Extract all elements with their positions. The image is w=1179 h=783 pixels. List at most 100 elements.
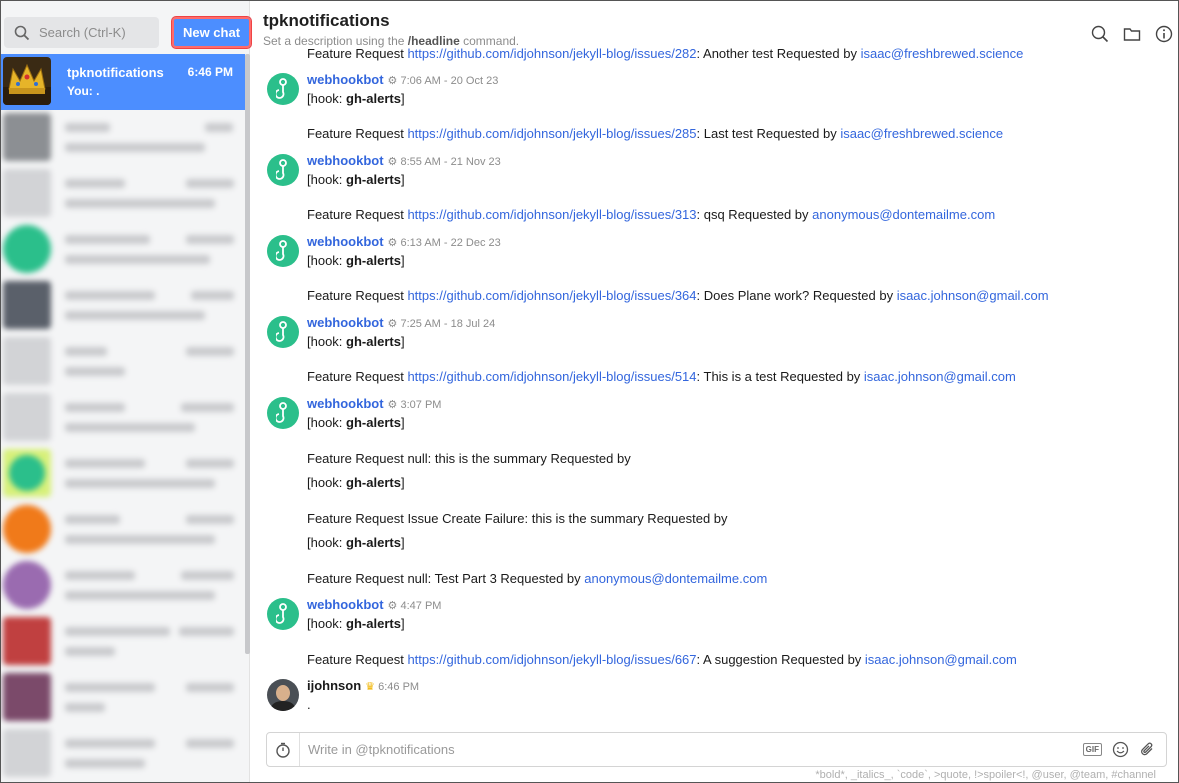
bot-avatar[interactable] — [267, 316, 299, 348]
timer-icon[interactable] — [267, 733, 300, 766]
emoji-icon[interactable] — [1112, 741, 1129, 758]
conversation-item[interactable] — [1, 726, 245, 782]
message-text: Feature Request https://github.com/idjoh… — [307, 369, 1016, 384]
bot-name[interactable]: webhookbot ⚙ 3:07 PM — [307, 396, 441, 411]
search-icon — [14, 25, 30, 40]
message-meta: ⚙ 7:06 AM - 20 Oct 23 — [387, 75, 499, 87]
bot-avatar[interactable] — [267, 154, 299, 186]
hook-line: [hook: gh-alerts] — [307, 253, 405, 268]
folder-icon[interactable] — [1123, 25, 1141, 43]
conversation-name: tpknotifications — [67, 65, 164, 80]
issue-link[interactable]: https://github.com/idjohnson/jekyll-blog… — [407, 47, 696, 61]
avatar — [3, 561, 51, 609]
bot-avatar[interactable] — [267, 598, 299, 630]
bot-name[interactable]: webhookbot ⚙ 6:13 AM - 22 Dec 23 — [307, 234, 501, 249]
avatar — [3, 505, 51, 553]
issue-link[interactable]: https://github.com/idjohnson/jekyll-blog… — [407, 207, 696, 222]
channel-header: tpknotifications Set a description using… — [263, 11, 1163, 48]
info-icon[interactable] — [1155, 25, 1173, 43]
email-link[interactable]: isaac.johnson@gmail.com — [865, 652, 1017, 667]
bot-name[interactable]: webhookbot ⚙ 7:06 AM - 20 Oct 23 — [307, 72, 498, 87]
description-command: /headline — [407, 34, 460, 48]
hook-icon — [276, 240, 287, 261]
user-name[interactable]: ijohnson ♛ 6:46 PM — [307, 678, 419, 693]
message-text: Feature Request https://github.com/idjoh… — [307, 207, 996, 222]
message-input[interactable] — [300, 734, 1083, 765]
email-link[interactable]: isaac@freshbrewed.science — [861, 47, 1024, 61]
email-link[interactable]: anonymous@dontemailme.com — [584, 571, 767, 586]
message-text: . — [307, 697, 311, 712]
message-text: Feature Request null: this is the summar… — [307, 451, 631, 466]
message-meta: ♛ 6:46 PM — [365, 681, 420, 693]
conversation-item[interactable] — [1, 222, 245, 278]
hook-icon — [276, 603, 287, 624]
crown-icon: ♛ — [365, 681, 376, 693]
issue-link[interactable]: https://github.com/idjohnson/jekyll-blog… — [407, 288, 696, 303]
conversation-item[interactable] — [1, 166, 245, 222]
avatar — [3, 393, 51, 441]
channel-description: Set a description using the /headline co… — [263, 34, 1163, 48]
hook-line: [hook: gh-alerts] — [307, 334, 405, 349]
conversation-item[interactable] — [1, 334, 245, 390]
avatar — [3, 449, 51, 497]
message-meta: ⚙ 3:07 PM — [387, 399, 442, 411]
avatar — [3, 113, 51, 161]
sidebar: Search (Ctrl-K) New chat tpknotification… — [1, 1, 251, 782]
robot-icon: ⚙ — [387, 600, 398, 612]
hook-icon — [276, 159, 287, 180]
avatar — [3, 617, 51, 665]
bot-name[interactable]: webhookbot ⚙ 7:25 AM - 18 Jul 24 — [307, 315, 495, 330]
issue-link[interactable]: https://github.com/idjohnson/jekyll-blog… — [407, 369, 696, 384]
formatting-hint: *bold*, _italics_, `code`, >quote, !>spo… — [815, 769, 1156, 781]
robot-icon: ⚙ — [387, 75, 398, 87]
conversation-item[interactable] — [1, 390, 245, 446]
bot-avatar[interactable] — [267, 397, 299, 429]
conversation-item[interactable] — [1, 110, 245, 166]
issue-link[interactable]: https://github.com/idjohnson/jekyll-blog… — [407, 126, 696, 141]
channel-title: tpknotifications — [263, 11, 390, 30]
conversation-item[interactable] — [1, 446, 245, 502]
issue-link[interactable]: https://github.com/idjohnson/jekyll-blog… — [407, 652, 696, 667]
conversation-item-active[interactable]: tpknotifications 6:46 PM You: . — [1, 54, 245, 110]
hook-line: [hook: gh-alerts] — [307, 415, 405, 430]
bot-avatar[interactable] — [267, 73, 299, 105]
hook-icon — [276, 402, 287, 423]
search-input[interactable]: Search (Ctrl-K) — [4, 17, 159, 48]
hook-line: [hook: gh-alerts] — [307, 535, 405, 550]
avatar — [3, 169, 51, 217]
new-chat-button[interactable]: New chat — [172, 17, 251, 48]
robot-icon: ⚙ — [387, 318, 398, 330]
sidebar-scrollbar[interactable] — [245, 54, 250, 654]
conversation-item[interactable] — [1, 558, 245, 614]
robot-icon: ⚙ — [387, 156, 398, 168]
email-link[interactable]: isaac.johnson@gmail.com — [864, 369, 1016, 384]
email-link[interactable]: anonymous@dontemailme.com — [812, 207, 995, 222]
conversation-item[interactable] — [1, 670, 245, 726]
message-text: Feature Request https://github.com/idjoh… — [307, 288, 1049, 303]
message-text: Feature Request https://github.com/idjoh… — [307, 47, 1024, 61]
gif-icon[interactable]: GIF — [1082, 743, 1102, 756]
message-text: Feature Request https://github.com/idjoh… — [307, 126, 1004, 141]
avatar — [3, 225, 51, 273]
avatar — [3, 337, 51, 385]
bot-avatar[interactable] — [267, 235, 299, 267]
message-text: Feature Request https://github.com/idjoh… — [307, 652, 1017, 667]
bot-name[interactable]: webhookbot ⚙ 4:47 PM — [307, 597, 441, 612]
user-avatar[interactable] — [267, 679, 299, 711]
attachment-icon[interactable] — [1139, 741, 1156, 758]
message-text: Feature Request Issue Create Failure: th… — [307, 511, 728, 526]
description-prefix: Set a description using the — [263, 34, 408, 48]
gif-label: GIF — [1082, 743, 1102, 756]
conversation-item[interactable] — [1, 278, 245, 334]
robot-icon: ⚙ — [387, 399, 398, 411]
search-icon[interactable] — [1091, 25, 1109, 43]
hook-icon — [276, 321, 287, 342]
hook-line: [hook: gh-alerts] — [307, 616, 405, 631]
conversation-time: 6:46 PM — [187, 65, 233, 79]
email-link[interactable]: isaac@freshbrewed.science — [840, 126, 1003, 141]
bot-name[interactable]: webhookbot ⚙ 8:55 AM - 21 Nov 23 — [307, 153, 501, 168]
message-text: Feature Request null: Test Part 3 Reques… — [307, 571, 768, 586]
conversation-item[interactable] — [1, 614, 245, 670]
conversation-item[interactable] — [1, 502, 245, 558]
email-link[interactable]: isaac.johnson@gmail.com — [897, 288, 1049, 303]
